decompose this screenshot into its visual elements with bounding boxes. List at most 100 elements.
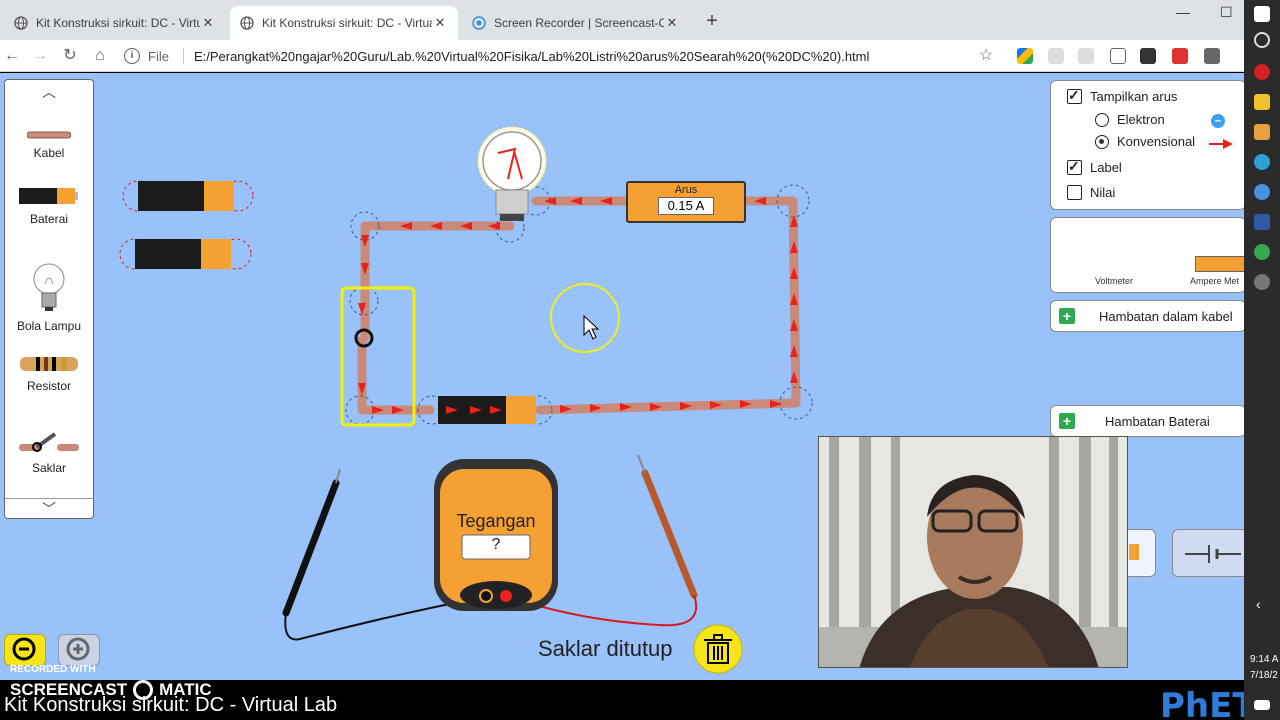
electron-radio[interactable]: [1095, 112, 1109, 127]
browser-tab-1[interactable]: Kit Konstruksi sirkuit: DC - Virtual ✕: [4, 6, 226, 40]
wire-resistance-panel[interactable]: + Hambatan dalam kabel: [1050, 300, 1244, 332]
ammeter-reading: 0.15 A: [658, 197, 714, 215]
schematic-view-button[interactable]: [1172, 529, 1244, 577]
info-icon[interactable]: i: [124, 48, 140, 64]
ammeter-tool-icon[interactable]: [1195, 256, 1244, 272]
zoom-in-icon: [66, 637, 90, 661]
minimize-icon[interactable]: —: [1176, 4, 1190, 20]
extension-icon[interactable]: [1048, 48, 1064, 64]
delete-trash-button[interactable]: [693, 624, 743, 674]
conventional-label: Konvensional: [1117, 134, 1196, 149]
word-icon[interactable]: [1254, 214, 1270, 230]
value-option[interactable]: Nilai: [1067, 185, 1115, 200]
recorded-with-text: RECORDED WITH: [10, 664, 96, 675]
zoom-in-button[interactable]: [58, 634, 100, 666]
back-arrow-icon[interactable]: ←: [2, 46, 22, 66]
light-bulb[interactable]: [477, 126, 547, 221]
loose-battery[interactable]: [119, 238, 252, 270]
loose-battery[interactable]: [122, 180, 254, 212]
mouse-cursor-icon: [583, 314, 600, 340]
browser-tab-bar: Kit Konstruksi sirkuit: DC - Virtual ✕ K…: [0, 0, 1244, 40]
browser-tab-3[interactable]: Screen Recorder | Screencast-O-M ✕: [462, 6, 690, 40]
battery-resistance-label: Hambatan Baterai: [1105, 413, 1210, 429]
reload-icon[interactable]: ↻: [60, 46, 80, 66]
video-caption-title: Kit Konstruksi sirkuit: DC - Virtual Lab: [4, 694, 338, 716]
show-current-label: Tampilkan arus: [1090, 89, 1178, 104]
bookmark-star-icon[interactable]: ☆: [976, 46, 996, 66]
voltmeter-tool-label[interactable]: Voltmeter: [1095, 276, 1133, 286]
page-icon[interactable]: [1110, 48, 1126, 64]
extension-badge-icon[interactable]: [1172, 48, 1188, 64]
globe-icon: [240, 16, 254, 30]
tab-title: Kit Konstruksi sirkuit: DC - Virtual: [36, 16, 200, 30]
edge-icon[interactable]: [1254, 154, 1270, 170]
electron-option[interactable]: Elektron: [1095, 112, 1165, 127]
clock-date: 7/18/2: [1250, 670, 1278, 681]
battery-resistance-panel[interactable]: + Hambatan Baterai: [1050, 405, 1244, 437]
screencast-icon: [472, 16, 486, 30]
phet-logo: PhET: [1160, 686, 1256, 720]
red-arrow-icon: [1209, 139, 1233, 149]
ammeter-title: Arus: [674, 184, 698, 196]
expand-plus-icon[interactable]: +: [1059, 308, 1075, 324]
tab-title: Screen Recorder | Screencast-O-M: [494, 16, 664, 30]
expand-plus-icon[interactable]: +: [1059, 413, 1075, 429]
close-tab-icon[interactable]: ✕: [664, 15, 680, 31]
settings-icon[interactable]: [1254, 274, 1270, 290]
webcam-person-image: [819, 437, 1127, 667]
close-tab-icon[interactable]: ✕: [432, 15, 448, 31]
ammeter-tool-label[interactable]: Ampere Met: [1190, 276, 1239, 286]
close-tab-icon[interactable]: ✕: [200, 15, 216, 31]
wire-resistance-label: Hambatan dalam kabel: [1099, 308, 1233, 324]
search-icon[interactable]: [1254, 32, 1270, 48]
show-current-option[interactable]: Tampilkan arus: [1067, 87, 1178, 104]
browser-toolbar: ← → ↻ ⌂ i File E:/Perangkat%20ngajar%20G…: [0, 40, 1244, 72]
globe-icon: [14, 16, 28, 30]
windows-taskbar: ‹ 9:14 A 7/18/2: [1244, 0, 1280, 720]
current-options-panel: Tampilkan arus Elektron – Konvensional L…: [1050, 80, 1244, 210]
circuit-lab-canvas[interactable]: ︿ Kabel Baterai Bola Lampu Resistor Sakl…: [0, 73, 1244, 680]
battery-view-icon: [1129, 544, 1139, 560]
drive-extension-icon[interactable]: [1017, 48, 1033, 64]
opera-icon[interactable]: [1254, 64, 1270, 80]
file-explorer-icon[interactable]: [1254, 94, 1270, 110]
windows-start-icon[interactable]: [1254, 6, 1270, 22]
address-bar[interactable]: i File E:/Perangkat%20ngajar%20Guru/Lab.…: [124, 44, 1004, 68]
zoom-out-icon: [12, 637, 36, 661]
browser-tab-2[interactable]: Kit Konstruksi sirkuit: DC - Virtual ✕: [230, 6, 458, 40]
new-tab-button[interactable]: +: [702, 10, 722, 33]
wire[interactable]: [535, 398, 801, 415]
clock-time: 9:14 A: [1250, 654, 1279, 665]
meters-toolbox: Voltmeter Ampere Met: [1050, 217, 1244, 293]
conventional-option[interactable]: Konvensional: [1095, 134, 1195, 149]
switch-status-text: Saklar ditutup: [538, 636, 673, 661]
voltmeter-reading: ?: [491, 536, 501, 553]
selected-switch-highlight: [340, 286, 416, 427]
conventional-radio[interactable]: [1095, 134, 1109, 149]
electron-label: Elektron: [1117, 112, 1165, 127]
zoom-out-button[interactable]: [4, 634, 46, 666]
store-icon[interactable]: [1254, 124, 1270, 140]
address-scheme: File: [148, 48, 169, 64]
chrome-icon[interactable]: [1254, 244, 1270, 260]
voltmeter-title: Tegangan: [456, 511, 536, 531]
value-checkbox[interactable]: [1067, 185, 1082, 200]
maximize-icon[interactable]: ☐: [1220, 4, 1233, 21]
extension-icon[interactable]: [1078, 48, 1094, 64]
app-icon[interactable]: [1254, 184, 1270, 200]
ammeter-device[interactable]: Arus 0.15 A: [626, 181, 746, 223]
caption-bar: SCREENCAST MATIC Kit Konstruksi sirkuit:…: [0, 680, 1256, 720]
notification-icon[interactable]: [1254, 700, 1270, 710]
home-icon[interactable]: ⌂: [90, 46, 110, 66]
label-checkbox[interactable]: [1067, 158, 1082, 175]
forward-arrow-icon[interactable]: →: [30, 46, 50, 66]
puzzle-icon[interactable]: [1204, 48, 1220, 64]
label-option[interactable]: Label: [1067, 158, 1122, 175]
show-current-checkbox[interactable]: [1067, 87, 1082, 104]
chevron-left-icon[interactable]: ‹: [1256, 596, 1261, 612]
url-text: E:/Perangkat%20ngajar%20Guru/Lab.%20Virt…: [193, 48, 870, 64]
cube-extension-icon[interactable]: [1140, 48, 1156, 64]
voltmeter-device[interactable]: [434, 459, 558, 611]
electron-symbol-icon: –: [1211, 114, 1225, 128]
address-divider: [182, 48, 184, 64]
